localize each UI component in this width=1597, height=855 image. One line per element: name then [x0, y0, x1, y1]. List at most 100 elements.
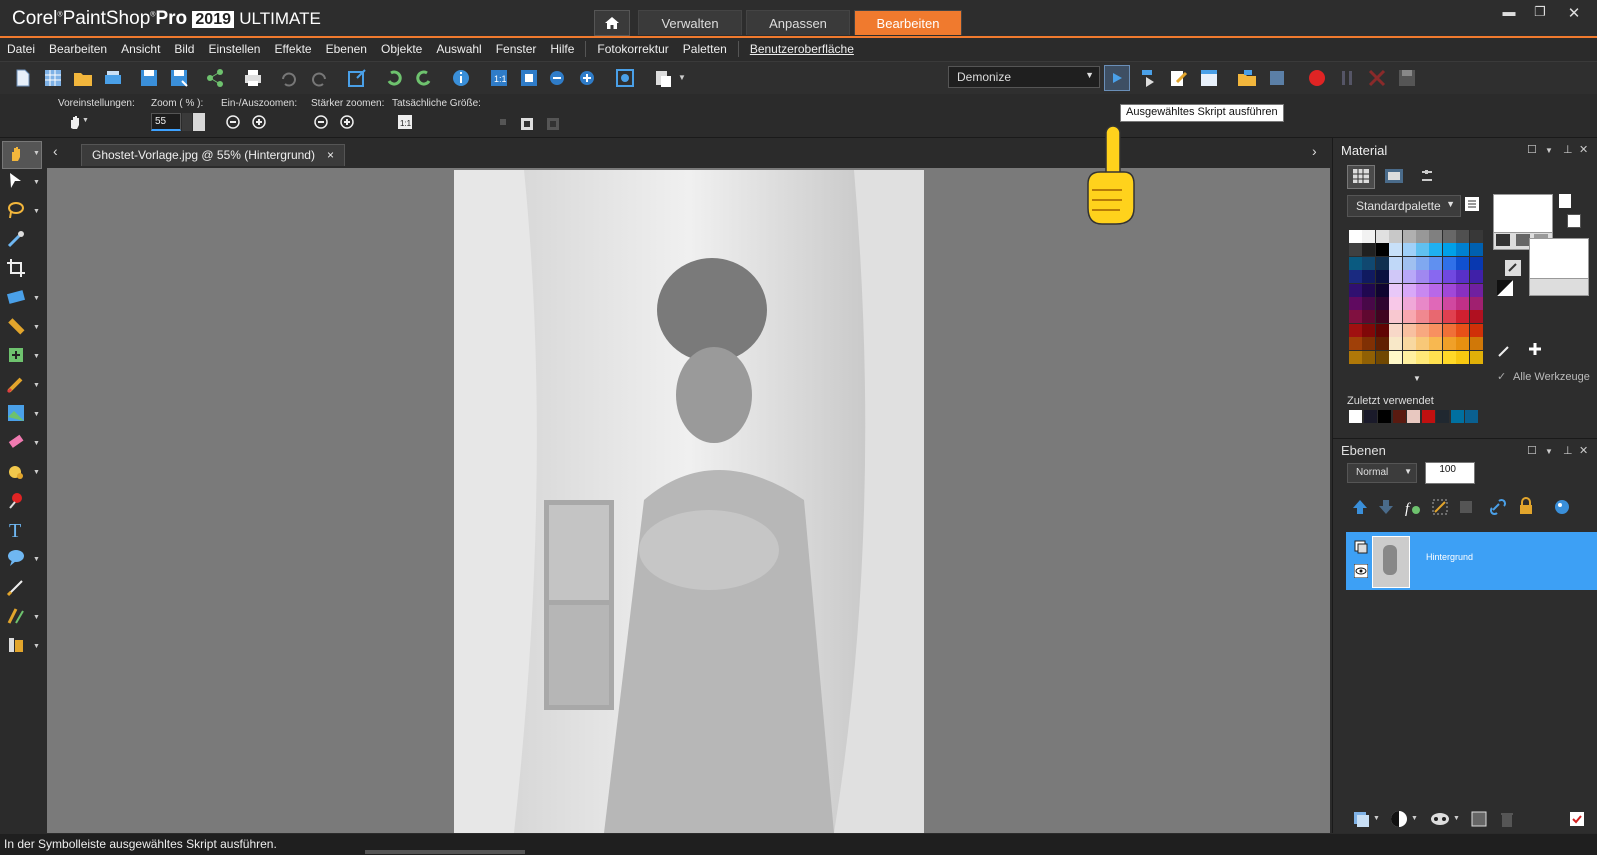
reset-colors-icon[interactable] — [1497, 280, 1513, 296]
pin-icon[interactable]: ⊥ — [1563, 143, 1573, 156]
status-scrollbar[interactable] — [365, 850, 525, 854]
script-window-icon[interactable] — [1198, 67, 1220, 89]
color-swatch[interactable] — [1402, 283, 1416, 297]
color-swatch[interactable] — [1429, 323, 1443, 337]
color-swatch[interactable] — [1416, 297, 1429, 310]
menu-effekte[interactable]: Effekte — [267, 42, 318, 56]
color-swatch[interactable] — [1429, 310, 1443, 324]
tab-anpassen[interactable]: Anpassen — [746, 10, 850, 35]
color-swatch[interactable] — [1469, 230, 1483, 243]
panel-menu-icon[interactable]: ▼ — [1545, 447, 1553, 456]
overview-icon[interactable] — [614, 67, 636, 89]
text-tool[interactable]: T — [6, 519, 28, 542]
menu-bearbeiten[interactable]: Bearbeiten — [42, 42, 114, 56]
pin-icon[interactable]: ⊥ — [1563, 444, 1573, 457]
pause-icon[interactable] — [1336, 67, 1358, 89]
zoom-more-out-icon[interactable] — [312, 114, 330, 130]
link-icon[interactable] — [1489, 498, 1507, 516]
zoom-dropdown[interactable] — [193, 113, 205, 131]
tab-verwalten[interactable]: Verwalten — [638, 10, 742, 35]
text-cutout-tool[interactable]: ▼ — [6, 345, 40, 367]
color-swatch[interactable] — [1362, 350, 1376, 364]
gradient-icon[interactable] — [1385, 169, 1403, 183]
color-swatch[interactable] — [1402, 270, 1416, 284]
color-swatch[interactable] — [1469, 243, 1483, 257]
opacity-input[interactable]: 100 — [1425, 462, 1475, 484]
document-tab[interactable]: Ghostet-Vorlage.jpg @ 55% (Hintergrund) × — [81, 144, 345, 166]
color-swatch[interactable] — [1416, 283, 1429, 297]
color-swatch[interactable] — [1349, 310, 1362, 324]
clone-tool[interactable]: ▼ — [6, 403, 40, 425]
zoom-in-icon[interactable] — [576, 67, 598, 89]
delete-layer-icon[interactable] — [1498, 810, 1516, 828]
color-swatch[interactable] — [1349, 230, 1362, 243]
color-swatch[interactable] — [1442, 323, 1456, 337]
dropdown-icon[interactable]: ▼ — [1373, 815, 1380, 822]
color-swatch[interactable] — [1456, 350, 1470, 364]
menu-bild[interactable]: Bild — [167, 42, 201, 56]
color-swatch[interactable] — [1349, 350, 1362, 364]
print-icon[interactable] — [242, 67, 264, 89]
color-swatch[interactable] — [1402, 256, 1416, 270]
zoom-actual-icon[interactable]: 1:1 — [488, 67, 510, 89]
color-swatch[interactable] — [1469, 256, 1483, 270]
color-swatch[interactable] — [1402, 350, 1416, 364]
color-swatch[interactable] — [1442, 350, 1456, 364]
share-icon[interactable] — [204, 67, 226, 89]
color-swatch[interactable] — [1469, 337, 1483, 351]
color-swatch[interactable] — [1402, 310, 1416, 324]
color-swatch[interactable] — [1389, 230, 1403, 243]
close-tab-icon[interactable]: × — [327, 148, 334, 162]
edit-selection-icon[interactable] — [1431, 498, 1449, 516]
home-button[interactable] — [594, 10, 630, 36]
visibility-eye-icon[interactable] — [1354, 564, 1368, 578]
color-swatch[interactable] — [1362, 297, 1376, 310]
zoom-in-icon[interactable] — [250, 114, 268, 130]
menu-auswahl[interactable]: Auswahl — [429, 42, 488, 56]
align-dot-icon[interactable] — [500, 119, 506, 125]
lock-transparency-icon[interactable] — [1457, 498, 1475, 516]
background-color[interactable] — [1529, 238, 1589, 282]
menu-datei[interactable]: Datei — [0, 42, 42, 56]
color-swatch[interactable] — [1469, 350, 1483, 364]
pen-tool[interactable] — [6, 577, 28, 599]
color-swatch[interactable] — [1402, 230, 1416, 243]
preset-dropdown-icon[interactable]: ▼ — [82, 117, 89, 124]
brush-tool[interactable]: ▼ — [6, 374, 40, 396]
color-swatch[interactable] — [1375, 297, 1389, 310]
object-tool[interactable]: ▼ — [6, 635, 40, 657]
color-swatch[interactable] — [1429, 337, 1443, 351]
save-icon[interactable] — [138, 67, 160, 89]
color-swatch[interactable] — [1375, 243, 1389, 257]
color-swatch[interactable] — [1429, 270, 1443, 284]
menu-paletten[interactable]: Paletten — [676, 42, 734, 56]
small-foreground-swatch[interactable] — [1559, 194, 1571, 208]
save-script-icon[interactable] — [1396, 67, 1418, 89]
eyedropper-small-icon[interactable] — [1497, 342, 1513, 358]
redo-icon[interactable] — [308, 67, 330, 89]
move-layer-up-icon[interactable] — [1351, 498, 1369, 516]
zoom-out-icon[interactable] — [546, 67, 568, 89]
color-swatch[interactable] — [1349, 323, 1362, 337]
color-swatch[interactable] — [1416, 337, 1429, 351]
color-swatch[interactable] — [1375, 323, 1389, 337]
frame-tab[interactable] — [1347, 165, 1375, 189]
foreground-color[interactable] — [1493, 194, 1553, 234]
adjustment-layer-icon[interactable] — [1390, 810, 1408, 828]
color-swatch[interactable] — [1362, 256, 1376, 270]
zoom-input[interactable]: 55 — [151, 113, 181, 131]
panel-close-icon[interactable]: ✕ — [1579, 444, 1588, 457]
color-swatch[interactable] — [1416, 310, 1429, 324]
color-swatch[interactable] — [1469, 323, 1483, 337]
lasso-tool[interactable]: ▼ — [6, 200, 40, 222]
run-script-button[interactable] — [1104, 65, 1130, 91]
color-swatch[interactable] — [1362, 243, 1376, 257]
color-swatch[interactable] — [1456, 310, 1470, 324]
all-tools-checkbox[interactable]: ✓ — [1497, 370, 1506, 383]
run-script-interactive-icon[interactable] — [1138, 67, 1160, 89]
zoom-out-icon[interactable] — [224, 114, 242, 130]
color-swatch[interactable] — [1389, 256, 1403, 270]
undo-icon[interactable] — [278, 67, 300, 89]
zoom-more-in-icon[interactable] — [338, 114, 356, 130]
scroll-left-icon[interactable]: ‹ — [53, 143, 58, 159]
